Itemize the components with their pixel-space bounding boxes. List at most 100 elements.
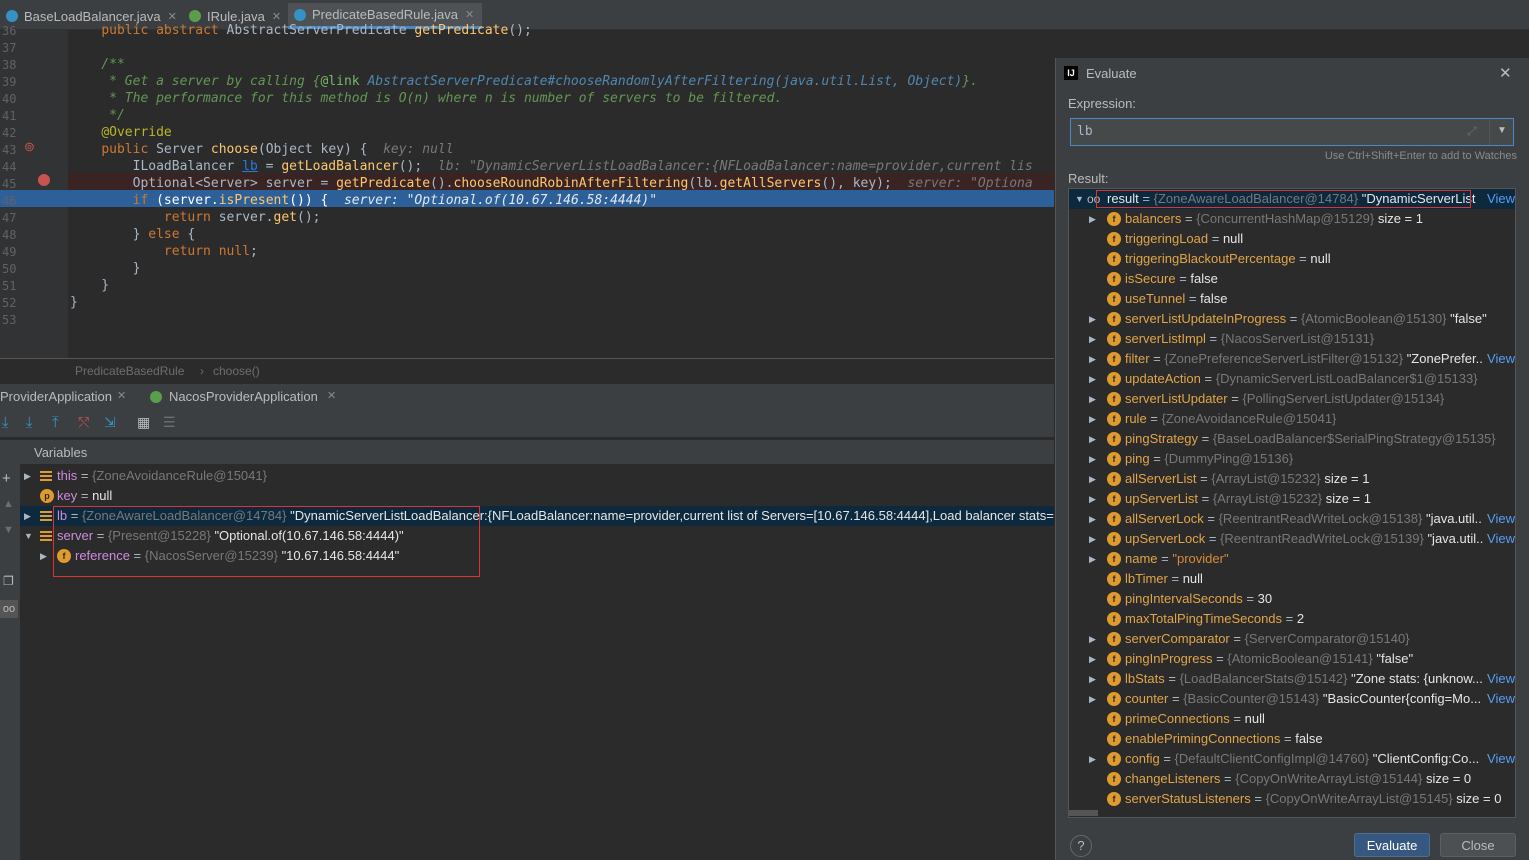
result-field-row[interactable]: ▶ f serverListUpdater = {PollingServerList… xyxy=(1069,389,1515,409)
code-line[interactable]: /** xyxy=(70,56,1054,73)
result-field-row[interactable]: ▶ f serverListUpdateInProgress = {AtomicBo… xyxy=(1069,309,1515,329)
breakpoint-icon[interactable] xyxy=(38,174,50,186)
result-field-row[interactable]: ▶ f config = {DefaultClientConfigImpl@1476… xyxy=(1069,749,1515,769)
result-field-row[interactable]: f changeListeners = {CopyOnWriteArrayList… xyxy=(1069,769,1515,789)
close-icon[interactable]: ✕ xyxy=(465,8,474,21)
expand-arrow-icon[interactable]: ▼ xyxy=(1075,189,1085,209)
expand-arrow-icon[interactable]: ▶ xyxy=(24,506,34,526)
expand-icon[interactable]: ⤢ xyxy=(1467,124,1477,139)
code-line[interactable]: } xyxy=(70,294,1054,311)
expand-arrow-icon[interactable]: ▶ xyxy=(1089,749,1099,769)
code-line[interactable]: Optional<Server> server = getPredicate()… xyxy=(70,175,1054,192)
evaluate-button[interactable]: Evaluate xyxy=(1354,833,1430,857)
result-field-row[interactable]: f primeConnections = null xyxy=(1069,709,1515,729)
code-line[interactable]: public Server choose(Object key) { key: … xyxy=(70,141,1054,158)
evaluate-expression-icon[interactable]: ▦ xyxy=(137,414,150,431)
code-line[interactable]: ILoadBalancer lb = getLoadBalancer(); lb… xyxy=(70,158,1054,175)
expand-arrow-icon[interactable]: ▶ xyxy=(1089,409,1099,429)
expand-arrow-icon[interactable]: ▶ xyxy=(1089,329,1099,349)
drop-frame-icon[interactable]: ⤲ xyxy=(78,414,89,431)
breadcrumb-method[interactable]: choose() xyxy=(213,364,260,378)
result-field-row[interactable]: ▶ f serverComparator = {ServerComparator@1… xyxy=(1069,629,1515,649)
close-button[interactable]: Close xyxy=(1440,833,1516,857)
code-line[interactable] xyxy=(70,311,1054,328)
step-into-icon[interactable]: ⤓ xyxy=(26,414,33,431)
result-field-row[interactable]: ▶ f rule = {ZoneAvoidanceRule@15041} xyxy=(1069,409,1515,429)
result-field-row[interactable]: f maxTotalPingTimeSeconds = 2 xyxy=(1069,609,1515,629)
result-field-row[interactable]: ▶ f upServerList = {ArrayList@15232} size … xyxy=(1069,489,1515,509)
result-field-row[interactable]: ▶ f allServerList = {ArrayList@15232} size… xyxy=(1069,469,1515,489)
result-field-row[interactable]: f useTunnel = false xyxy=(1069,289,1515,309)
result-field-row[interactable]: f lbTimer = null xyxy=(1069,569,1515,589)
expand-arrow-icon[interactable]: ▶ xyxy=(1089,529,1099,549)
tab-nacos-provider-application[interactable]: NacosProviderApplication xyxy=(169,389,318,404)
breadcrumb-class[interactable]: PredicateBasedRule xyxy=(75,364,184,378)
code-line[interactable]: } xyxy=(70,260,1054,277)
expand-arrow-icon[interactable]: ▶ xyxy=(1089,369,1099,389)
chevron-down-icon[interactable]: ▼ xyxy=(1497,125,1507,136)
code-line[interactable]: */ xyxy=(70,107,1054,124)
add-watch-icon[interactable]: + xyxy=(2,470,11,487)
code-line[interactable] xyxy=(70,39,1054,56)
result-field-row[interactable]: ▶ f upServerLock = {ReentrantReadWriteLock… xyxy=(1069,529,1515,549)
code-line[interactable]: } else { xyxy=(70,226,1054,243)
variable-row-key[interactable]: p key = null xyxy=(20,486,1054,506)
expand-arrow-icon[interactable]: ▶ xyxy=(1089,549,1099,569)
run-to-cursor-icon[interactable]: ⇲ xyxy=(104,414,116,431)
result-field-row[interactable]: f triggeringLoad = null xyxy=(1069,229,1515,249)
result-field-row[interactable]: ▶ f allServerLock = {ReentrantReadWriteLoc… xyxy=(1069,509,1515,529)
expand-arrow-icon[interactable]: ▶ xyxy=(1089,429,1099,449)
result-field-row[interactable]: ▶ f balancers = {ConcurrentHashMap@15129} … xyxy=(1069,209,1515,229)
result-field-row[interactable]: ▶ f ping = {DummyPing@15136} xyxy=(1069,449,1515,469)
code-line[interactable]: if (server.isPresent()) { server: "Optio… xyxy=(70,192,1054,209)
result-field-row[interactable]: f serverStatusListeners = {CopyOnWriteArr… xyxy=(1069,789,1515,809)
result-tree[interactable]: ▼ oo result = {ZoneAwareLoadBalancer@14784… xyxy=(1068,188,1516,818)
expand-arrow-icon[interactable]: ▼ xyxy=(24,526,34,546)
result-field-row[interactable]: f isSecure = false xyxy=(1069,269,1515,289)
close-icon[interactable]: ✕ xyxy=(1499,64,1512,82)
view-link[interactable]: View xyxy=(1483,189,1515,209)
expand-arrow-icon[interactable]: ▶ xyxy=(1089,489,1099,509)
arrow-up-icon[interactable]: ▲ xyxy=(3,498,14,510)
close-icon[interactable]: ✕ xyxy=(272,10,281,23)
result-field-row[interactable]: ▶ f lbStats = {LoadBalancerStats@15142} "Z… xyxy=(1069,669,1515,689)
trace-icon[interactable]: ☰ xyxy=(163,414,176,431)
code-editor[interactable]: 36 public abstract AbstractServerPredica… xyxy=(0,22,1054,358)
expand-arrow-icon[interactable]: ▶ xyxy=(1089,389,1099,409)
close-icon[interactable]: ✕ xyxy=(327,389,336,402)
expand-arrow-icon[interactable]: ▶ xyxy=(1089,209,1099,229)
code-line[interactable]: * The performance for this method is O(n… xyxy=(70,90,1054,107)
expand-arrow-icon[interactable]: ▶ xyxy=(1089,309,1099,329)
expand-arrow-icon[interactable]: ▶ xyxy=(1089,629,1099,649)
step-out-icon[interactable]: ⤒ xyxy=(52,414,59,431)
view-link[interactable]: View xyxy=(1483,509,1515,529)
result-field-row[interactable]: f enablePrimingConnections = false xyxy=(1069,729,1515,749)
result-field-row[interactable]: ▶ f updateAction = {DynamicServerListLoadB… xyxy=(1069,369,1515,389)
code-line[interactable]: public abstract AbstractServerPredicate … xyxy=(70,22,1054,39)
view-link[interactable]: View xyxy=(1483,529,1515,549)
expression-input[interactable]: lb ⤢ ▼ xyxy=(1070,118,1514,146)
expand-arrow-icon[interactable]: ▶ xyxy=(1089,669,1099,689)
help-button[interactable]: ? xyxy=(1070,835,1092,857)
code-line[interactable]: } xyxy=(70,277,1054,294)
show-watches-icon[interactable]: oo xyxy=(0,600,18,618)
result-field-row[interactable]: ▶ f serverListImpl = {NacosServerList@1513… xyxy=(1069,329,1515,349)
close-icon[interactable]: ✕ xyxy=(168,10,177,23)
view-link[interactable]: View xyxy=(1483,349,1515,369)
horizontal-scrollbar[interactable] xyxy=(1068,810,1098,816)
view-link[interactable]: View xyxy=(1483,749,1515,769)
variable-row-this[interactable]: ▶ this = {ZoneAvoidanceRule@15041} xyxy=(20,466,1054,486)
tab-provider-application[interactable]: ProviderApplication xyxy=(0,389,112,404)
arrow-down-icon[interactable]: ▼ xyxy=(3,524,14,536)
result-field-row[interactable]: ▶ f pingInProgress = {AtomicBoolean@15141}… xyxy=(1069,649,1515,669)
code-line[interactable]: @Override xyxy=(70,124,1054,141)
result-field-row[interactable]: ▶ f counter = {BasicCounter@15143} "BasicC… xyxy=(1069,689,1515,709)
step-over-icon[interactable]: ⤓ xyxy=(2,414,9,431)
expand-arrow-icon[interactable]: ▶ xyxy=(1089,449,1099,469)
code-line[interactable]: return null; xyxy=(70,243,1054,260)
view-link[interactable]: View xyxy=(1483,689,1515,709)
copy-icon[interactable]: ❐ xyxy=(3,574,14,588)
result-field-row[interactable]: f pingIntervalSeconds = 30 xyxy=(1069,589,1515,609)
result-field-row[interactable]: f triggeringBlackoutPercentage = null xyxy=(1069,249,1515,269)
expand-arrow-icon[interactable]: ▶ xyxy=(1089,689,1099,709)
